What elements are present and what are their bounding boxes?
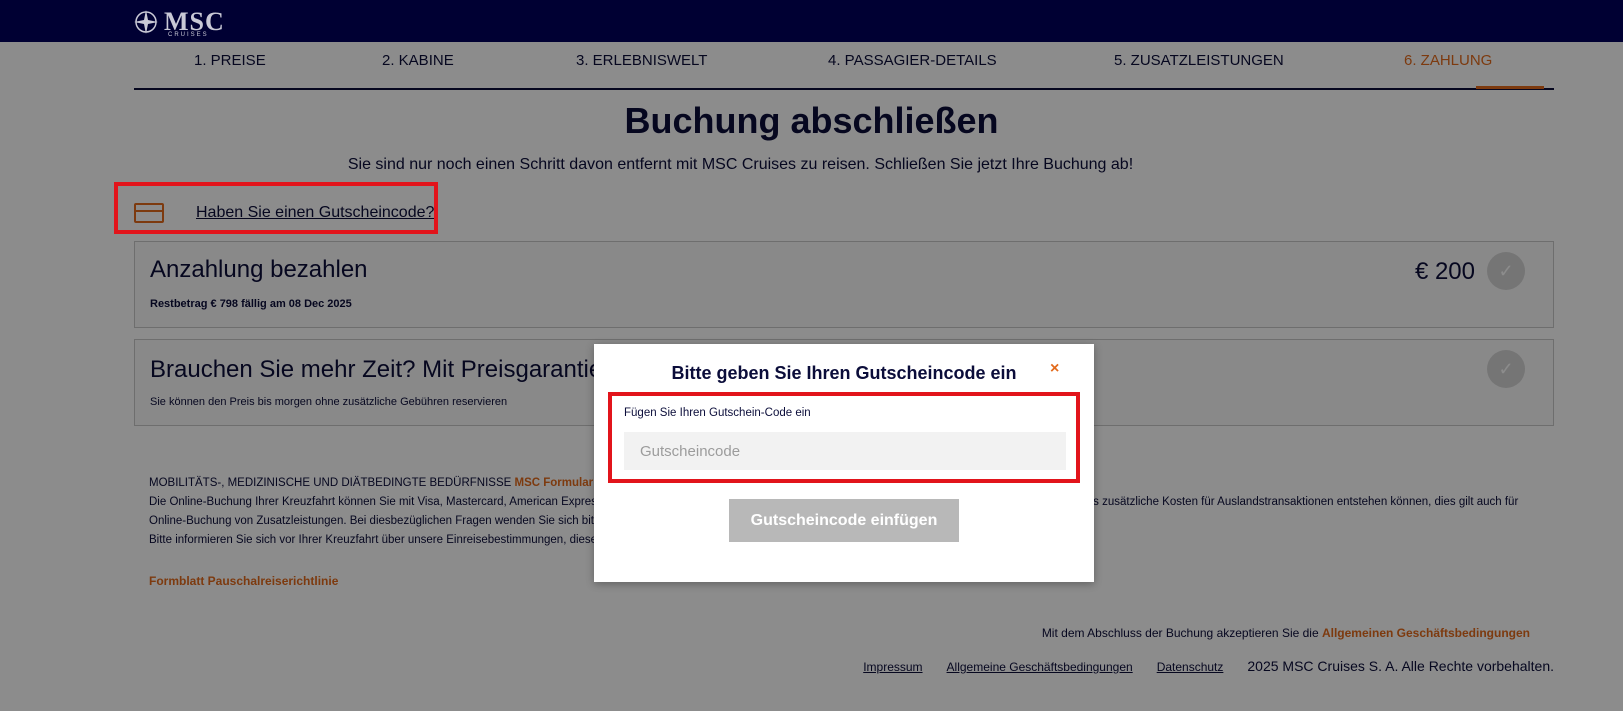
top-bar: MSC CRUISES [0, 0, 1623, 42]
logo-subtext: CRUISES [168, 32, 209, 38]
voucher-modal: Bitte geben Sie Ihren Gutscheincode ein … [594, 344, 1094, 582]
voucher-highlight-box [114, 182, 438, 234]
modal-title: Bitte geben Sie Ihren Gutscheincode ein [671, 363, 1017, 383]
apply-voucher-button[interactable]: Gutscheincode einfügen [729, 499, 959, 542]
msc-logo[interactable]: MSC CRUISES [132, 6, 225, 38]
input-highlight-box [608, 392, 1080, 483]
compass-rose-icon [134, 10, 158, 34]
logo-text: MSC [164, 7, 225, 36]
close-icon[interactable]: × [1050, 360, 1059, 378]
